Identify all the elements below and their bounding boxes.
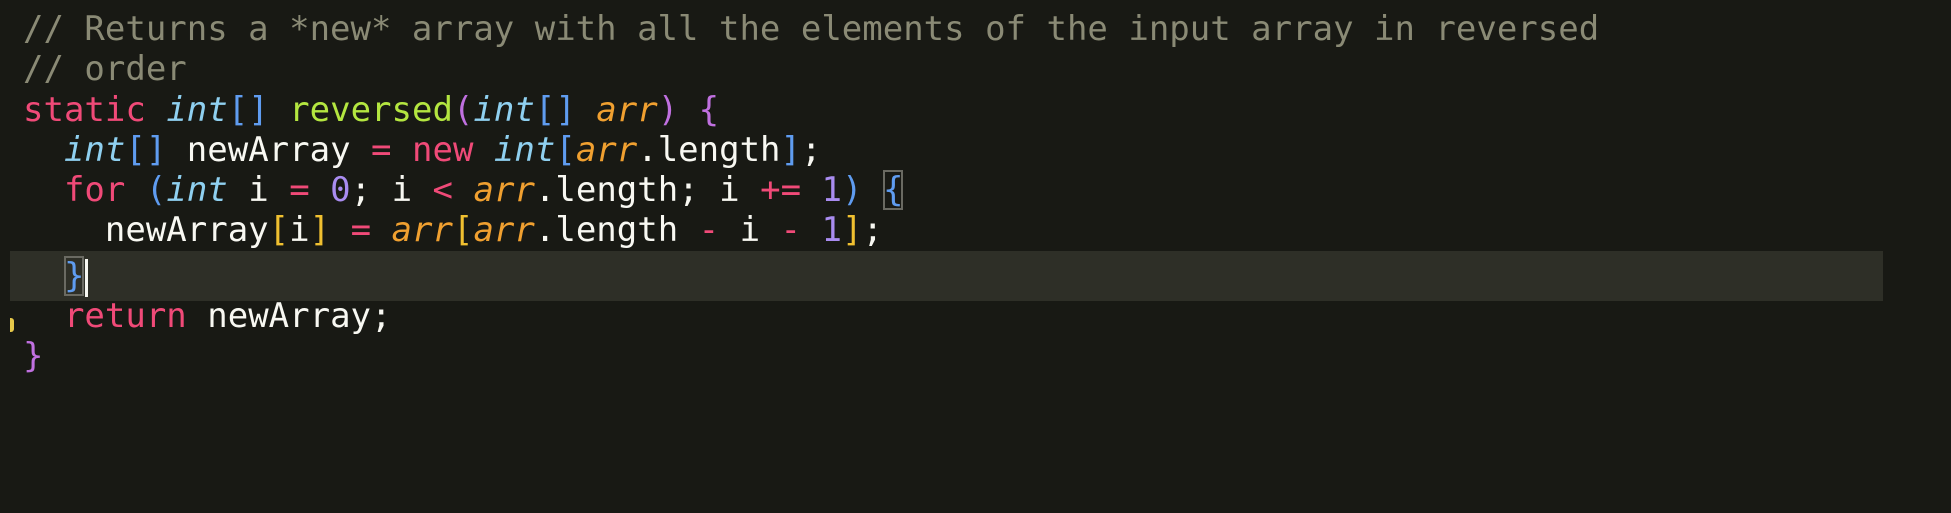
code-token-paren-purple: ( xyxy=(452,90,474,130)
code-token-type: int xyxy=(166,90,228,130)
code-token-punct xyxy=(125,170,145,210)
code-token-bracket-blue: [] xyxy=(227,90,269,130)
code-token-bracket-blue: ( xyxy=(145,170,167,210)
code-token-type: int xyxy=(166,170,228,210)
code-token-punct xyxy=(801,170,821,210)
code-token-operator: - xyxy=(780,210,802,250)
code-token-operator: += xyxy=(760,170,802,210)
code-token-operator: = xyxy=(289,170,310,210)
code-token-bracket-blue: [ xyxy=(555,130,576,170)
code-token-ident: .length xyxy=(534,210,699,250)
code-token-type: int xyxy=(473,90,535,130)
code-token-param: arr xyxy=(473,210,535,250)
code-token-punct xyxy=(146,90,166,130)
code-token-punct xyxy=(576,90,596,130)
code-token-punct xyxy=(473,130,493,170)
code-token-punct xyxy=(678,90,698,130)
code-token-comment: // Returns a *new* array with all the el… xyxy=(23,9,1600,49)
code-token-keyword: return xyxy=(63,296,187,336)
code-token-ident: .length; i xyxy=(534,170,761,210)
code-token-punct xyxy=(371,210,391,250)
code-token-ident: .length xyxy=(637,130,781,170)
code-token-bracket-blue: ] xyxy=(780,130,802,170)
code-token-param: arr xyxy=(596,90,658,130)
code-token-bracket-yellow: ] xyxy=(309,210,331,250)
code-token-ident: ; i xyxy=(350,170,433,210)
code-token-bracket-blue: ) xyxy=(842,170,863,210)
code-token-param: arr xyxy=(473,170,535,210)
code-token-punct xyxy=(392,130,412,170)
code-token-punct xyxy=(330,210,350,250)
code-token-ident: newArray; xyxy=(186,296,392,336)
code-editor[interactable]: // Returns a *new* array with all the el… xyxy=(0,0,1951,513)
code-token-param: arr xyxy=(391,210,453,250)
code-token-func: reversed xyxy=(289,90,453,130)
code-token-brace-match: } xyxy=(63,256,85,296)
code-token-keyword: new xyxy=(412,130,474,170)
code-token-punct xyxy=(801,210,821,250)
code-token-keyword: for xyxy=(63,170,126,210)
code-token-punct xyxy=(453,170,473,210)
code-token-bracket-yellow: [ xyxy=(452,210,474,250)
code-token-operator: < xyxy=(432,170,454,210)
code-token-bracket-blue: [] xyxy=(534,90,576,130)
code-token-number: 0 xyxy=(330,170,351,210)
code-token-ident: newArray xyxy=(23,210,269,250)
code-token-punct: ; xyxy=(801,130,822,170)
code-token-paren-purple: { xyxy=(698,90,720,130)
code-token-bracket-blue: [] xyxy=(125,130,167,170)
code-line[interactable]: } xyxy=(10,331,1883,381)
code-token-number: 1 xyxy=(821,210,842,250)
code-token-comment: // order xyxy=(23,49,187,89)
code-token-punct xyxy=(863,170,883,210)
code-token-ident: i xyxy=(289,210,310,250)
code-token-punct: ; xyxy=(862,210,883,250)
code-token-brace-match: { xyxy=(882,170,904,210)
code-token-number: 1 xyxy=(821,170,843,210)
code-token-operator: = xyxy=(350,210,372,250)
code-token-paren-purple: } xyxy=(23,336,44,376)
code-token-param: arr xyxy=(575,130,638,170)
code-line[interactable]: newArray[i] = arr[arr.length - i - 1]; xyxy=(10,205,1883,255)
code-token-bracket-yellow: [ xyxy=(268,210,290,250)
code-token-ident: i xyxy=(227,170,290,210)
code-token-punct xyxy=(23,130,64,170)
code-token-punct xyxy=(23,170,64,210)
code-token-type: int xyxy=(63,130,126,170)
code-token-ident: newArray xyxy=(166,130,372,170)
code-token-operator: - xyxy=(698,210,720,250)
code-token-punct xyxy=(23,256,64,296)
code-token-ident: i xyxy=(719,210,781,250)
code-token-punct xyxy=(310,170,330,210)
code-token-punct xyxy=(269,90,289,130)
code-token-bracket-yellow: ] xyxy=(842,210,863,250)
code-token-operator: = xyxy=(371,130,392,170)
code-token-type: int xyxy=(493,130,556,170)
code-token-paren-purple: ) xyxy=(657,90,679,130)
code-token-punct xyxy=(23,296,64,336)
code-token-keyword: static xyxy=(23,90,146,130)
